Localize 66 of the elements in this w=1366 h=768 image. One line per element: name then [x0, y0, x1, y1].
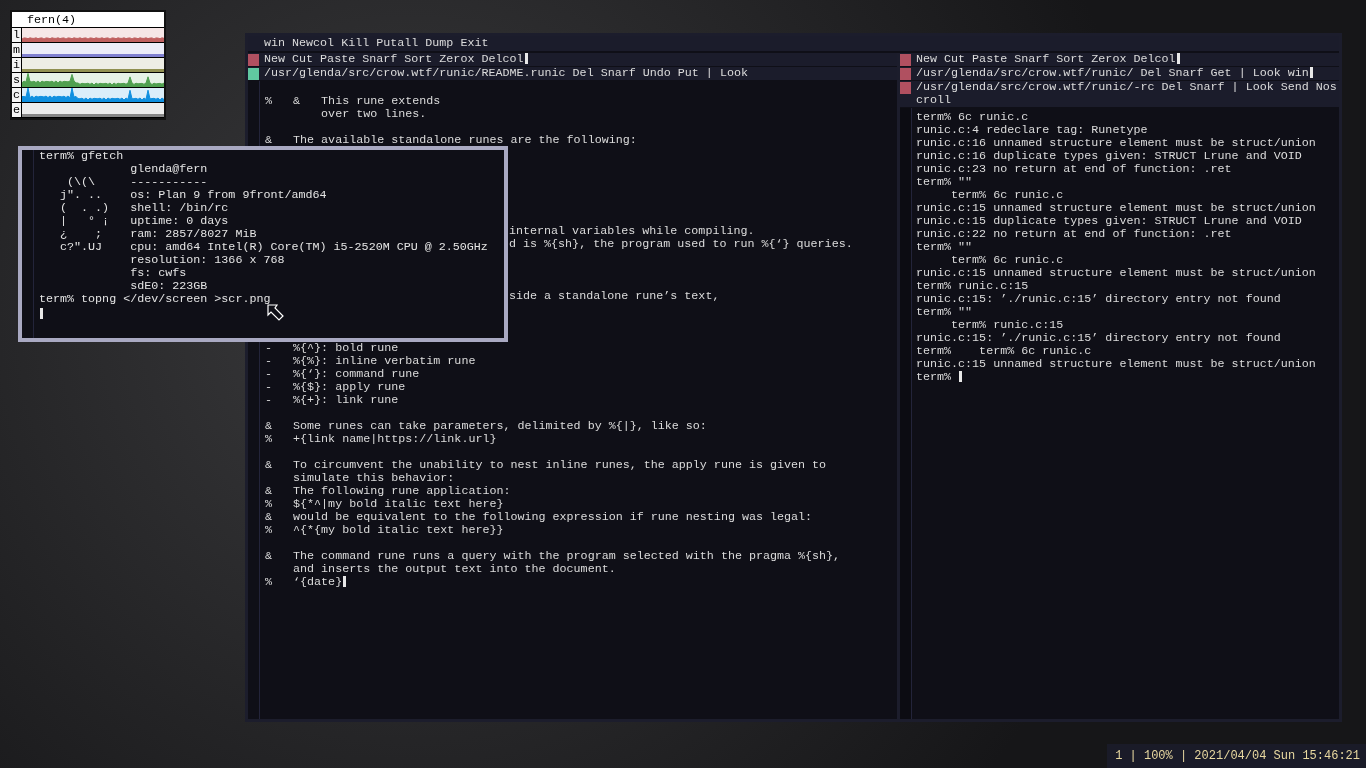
text-line: runic.c:15 unnamed structure element must be struct/union	[916, 202, 1317, 215]
terminal-line: cpu: amd64 Intel(R) Core(TM) i5-2520M CPU @ 2.50GHz	[130, 241, 488, 254]
text-line: runic.c:15 duplicate types given: STRUCT Lrune and VOID	[916, 215, 1303, 228]
text-line: term% runic.c:15	[950, 319, 1065, 332]
text-line: runic.c:22 no return at end of function: .ret	[916, 228, 1233, 241]
text-line: runic.c:16 unnamed structure element must be struct/union	[916, 137, 1317, 150]
text-line: % ‘{date}	[265, 576, 343, 589]
text-line: term% term% 6c runic.c	[916, 345, 1093, 358]
terminal-line: glenda@fern	[130, 163, 208, 176]
text-line: simulate this behavior:	[292, 472, 456, 485]
text-line: & To circumvent the unability to nest inline runes, the apply rune is given to	[265, 459, 828, 472]
text-line: - %{$}: apply rune	[265, 381, 407, 394]
text-line: & The following rune application:	[265, 485, 512, 498]
terminal-line: shell: /bin/rc	[130, 202, 229, 215]
terminal-line: os: Plan 9 from 9front/amd64	[130, 189, 327, 202]
text-line: term% 6c runic.c	[950, 254, 1065, 267]
ascii-art-line: ¿ ;	[59, 227, 103, 241]
text-line: internal variables while compiling.	[509, 225, 755, 238]
text-line: side a standalone rune’s text,	[509, 290, 720, 303]
text-line: runic.c:16 duplicate types given: STRUCT Lrune and VOID	[916, 150, 1303, 163]
mouse-pointer-icon	[267, 304, 284, 321]
text-line: d is %{sh}, the program used to run %{‘} queries.	[509, 238, 853, 251]
text-line: runic.c:15 unnamed structure element must be struct/union	[916, 267, 1317, 280]
text-line: runic.c:15: ’./runic.c:15’ directory entry not found	[916, 293, 1282, 306]
terminal-line: -----------	[130, 176, 208, 189]
terminal-line: resolution: 1366 x 768	[130, 254, 285, 267]
text-line: % & This rune extends	[265, 95, 442, 108]
text-line: term% 6c runic.c	[950, 189, 1065, 202]
text-line: runic.c:23 no return at end of function: .ret	[916, 163, 1233, 176]
text-line: - %{^}: bold rune	[265, 342, 400, 355]
text-line: term%	[916, 371, 953, 384]
ascii-art-line: c?".UJ	[59, 240, 103, 254]
text-line: over two lines.	[320, 108, 428, 121]
text-line: runic.c:15: ’./runic.c:15’ directory entry not found	[916, 332, 1282, 345]
text-line: runic.c:4 redeclare tag: Runetype	[916, 124, 1149, 137]
text-line: term% ""	[916, 306, 974, 319]
text-line: & The available standalone runes are the following:	[265, 134, 638, 147]
text-line: & would be equivalent to the following expression if rune nesting was legal:	[265, 511, 814, 524]
text-line: % +{link name|https://link.url}	[265, 433, 498, 446]
text-line: - %{+}: link rune	[265, 394, 400, 407]
ascii-art-line: (\(\	[66, 175, 96, 189]
text-line: term% ""	[916, 176, 974, 189]
graph-label: l	[12, 28, 22, 42]
text-line: % ${*^|my bold italic text here}	[265, 498, 505, 511]
terminal-line: term% topng </dev/screen >scr.png	[39, 293, 271, 306]
text-line: term% ""	[916, 241, 974, 254]
terminal-line: sdE0: 223GB	[130, 280, 208, 293]
text-line: & The command rune runs a query with the program selected with the pragma %{sh},	[265, 550, 842, 563]
text-line: - %{%}: inline verbatim rune	[265, 355, 477, 368]
ascii-art-line: | ° ¡	[59, 214, 110, 228]
ascii-art-line: j". ..	[59, 188, 103, 202]
terminal-line: term% gfetch	[39, 150, 124, 163]
text-line: runic.c:15 unnamed structure element must be struct/union	[916, 358, 1317, 371]
text-line: - %{‘}: command rune	[265, 368, 421, 381]
text-line: % ^{*{my bold italic text here}}	[265, 524, 505, 537]
scroll-bar[interactable]	[900, 108, 912, 719]
text-line: and inserts the output text into the document.	[292, 563, 617, 576]
terminal-line: ram: 2857/8027 MiB	[130, 228, 257, 241]
editor-tag-line[interactable]: win Newcol Kill Putall Dump Exit	[264, 37, 489, 50]
text-line: & Some runes can take parameters, delimited by %{|}, like so:	[265, 420, 708, 433]
text-line: term% runic.c:15	[916, 280, 1030, 293]
status-bar: 1 | 100% | 2021/04/04 Sun 15:46:21	[1107, 744, 1366, 768]
text-line: term% 6c runic.c	[916, 111, 1030, 124]
terminal-line: fs: cwfs	[130, 267, 187, 280]
ascii-art-line: ( . .)	[59, 201, 110, 215]
terminal-line: uptime: 0 days	[130, 215, 229, 228]
